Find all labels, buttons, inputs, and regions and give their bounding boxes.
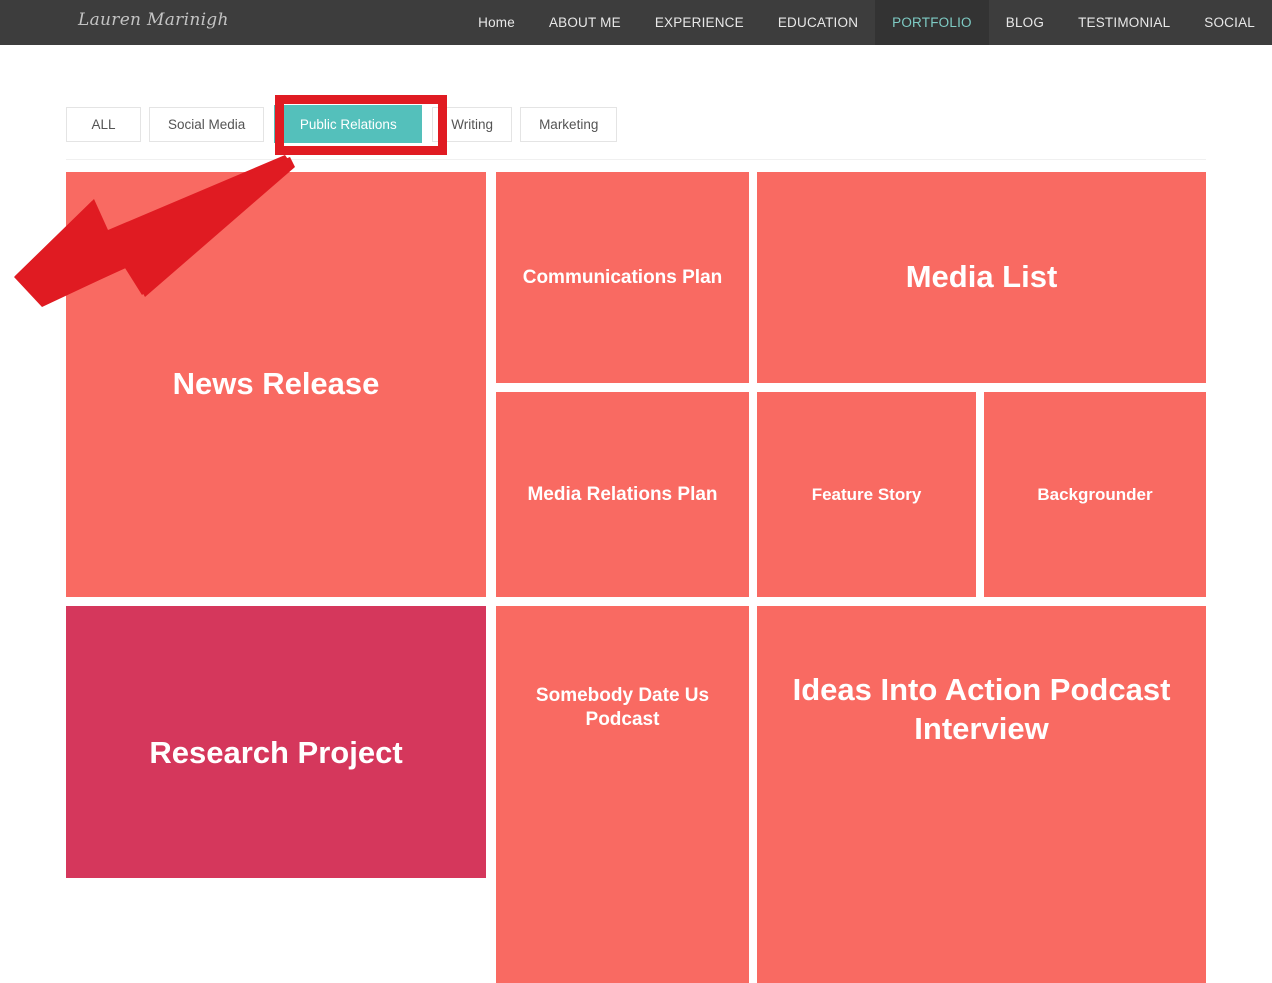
filter-button-all[interactable]: ALL	[66, 107, 141, 142]
portfolio-tile-media-list[interactable]: Media List	[757, 172, 1206, 383]
nav-item-about-me[interactable]: ABOUT ME	[532, 0, 638, 45]
portfolio-filter-bar: ALL Social Media Public Relations Writin…	[66, 103, 618, 145]
portfolio-tile-research-project[interactable]: Research Project	[66, 606, 486, 878]
filter-button-social-media[interactable]: Social Media	[149, 107, 265, 142]
nav-item-social[interactable]: SOCIAL	[1187, 0, 1272, 45]
portfolio-tile-news-release[interactable]: News Release	[66, 172, 486, 597]
nav-item-testimonial[interactable]: TESTIMONIAL	[1061, 0, 1187, 45]
portfolio-tile-backgrounder[interactable]: Backgrounder	[984, 392, 1206, 597]
site-logo[interactable]: Lauren Marinigh	[78, 6, 229, 34]
nav-item-home[interactable]: Home	[461, 0, 532, 45]
top-navigation-bar: Lauren Marinigh Home ABOUT ME EXPERIENCE…	[0, 0, 1272, 45]
filter-button-public-relations[interactable]: Public Relations	[272, 103, 425, 145]
filter-button-marketing[interactable]: Marketing	[520, 107, 618, 142]
portfolio-tile-somebody-date-us-podcast[interactable]: Somebody Date Us Podcast	[496, 606, 749, 983]
portfolio-tile-media-relations-plan[interactable]: Media Relations Plan	[496, 392, 749, 597]
nav-item-experience[interactable]: EXPERIENCE	[638, 0, 761, 45]
filter-divider	[66, 159, 1206, 160]
filter-button-writing[interactable]: Writing	[432, 107, 513, 142]
nav-menu: Home ABOUT ME EXPERIENCE EDUCATION PORTF…	[461, 0, 1272, 45]
nav-item-education[interactable]: EDUCATION	[761, 0, 875, 45]
nav-item-portfolio[interactable]: PORTFOLIO	[875, 0, 989, 45]
portfolio-tile-ideas-into-action-podcast-interview[interactable]: Ideas Into Action Podcast Interview	[757, 606, 1206, 983]
portfolio-tile-feature-story[interactable]: Feature Story	[757, 392, 976, 597]
portfolio-grid: News Release Communications Plan Media L…	[66, 172, 1206, 983]
portfolio-tile-communications-plan[interactable]: Communications Plan	[496, 172, 749, 383]
nav-item-blog[interactable]: BLOG	[989, 0, 1061, 45]
